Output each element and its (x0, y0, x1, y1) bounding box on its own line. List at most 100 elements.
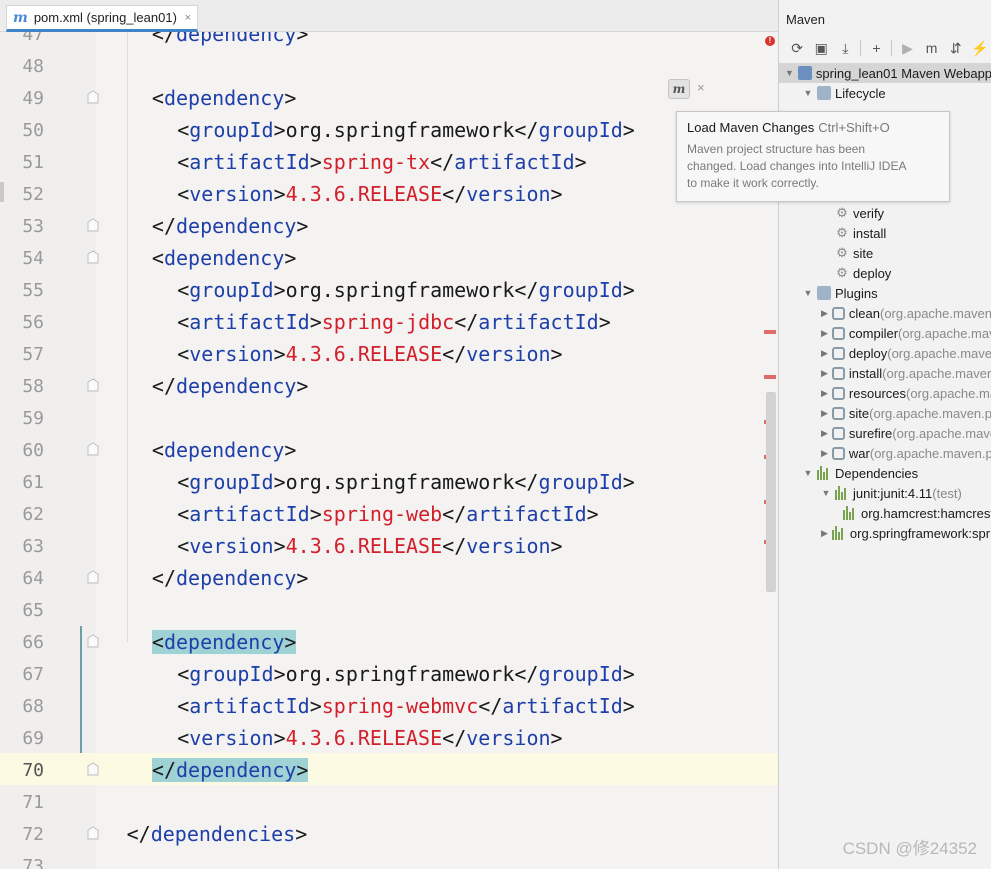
code-token: < (151, 86, 164, 110)
chevron-right-icon[interactable]: ▶ (821, 388, 828, 399)
code-line[interactable]: 57 <version>4.3.6.RELEASE</version> (0, 337, 778, 369)
line-number: 61 (22, 472, 44, 493)
chevron-right-icon[interactable]: ▶ (821, 328, 828, 339)
run-icon[interactable]: ▶ (895, 37, 919, 59)
line-number: 63 (22, 536, 44, 557)
maven-tree-item[interactable]: ▶ site (org.apache.maven.plugins) (779, 403, 991, 423)
code-line[interactable]: 49 <dependency> (0, 81, 778, 113)
editor-scrollbar[interactable] (766, 392, 776, 592)
maven-tree-item[interactable]: ▼ junit:junit:4.11 (test) (779, 483, 991, 503)
chevron-right-icon[interactable]: ▶ (821, 368, 828, 379)
chevron-down-icon[interactable]: ▼ (821, 488, 831, 498)
maven-tree-item[interactable]: ▶ org.springframework:spring-webmvc:4.3.6… (779, 523, 991, 543)
skip-tests-icon[interactable]: ⚡ (968, 37, 991, 59)
code-token: artifactId (466, 502, 587, 526)
maven-tree-item[interactable]: ▶ surefire (org.apache.maven.plugins) (779, 423, 991, 443)
maven-tree-item[interactable]: ⚙ deploy (779, 263, 991, 283)
code-line[interactable]: 55 <groupId>org.springframework</groupId> (0, 273, 778, 305)
error-stripe-mark[interactable] (764, 330, 776, 334)
maven-tree-item[interactable]: ⚙ install (779, 223, 991, 243)
code-token: groupId (538, 662, 623, 686)
fold-icon[interactable] (87, 90, 99, 104)
code-line[interactable]: 73 (0, 849, 778, 869)
code-line[interactable]: 58 </dependency> (0, 369, 778, 401)
fold-icon[interactable] (87, 634, 99, 648)
code-line[interactable]: 60 <dependency> (0, 433, 778, 465)
fold-icon[interactable] (87, 570, 99, 584)
code-line[interactable]: 66 <dependency> (0, 625, 778, 657)
fold-icon[interactable] (87, 378, 99, 392)
reload-icon[interactable]: ⟳ (785, 37, 809, 59)
fold-icon[interactable] (87, 826, 99, 840)
tree-item-label: install (848, 365, 883, 381)
chevron-right-icon[interactable]: ▶ (821, 408, 828, 419)
maven-tree-item[interactable]: ⚙ site (779, 243, 991, 263)
chevron-down-icon[interactable]: ▼ (803, 468, 813, 478)
maven-tree-item[interactable]: ▼ spring_lean01 Maven Webapp (779, 63, 991, 83)
code-line[interactable]: 65 (0, 593, 778, 625)
code-line[interactable]: 61 <groupId>org.springframework</groupId> (0, 465, 778, 497)
code-text: <artifactId>spring-jdbc</artifactId> (177, 311, 611, 333)
code-line[interactable]: 62 <artifactId>spring-web</artifactId> (0, 497, 778, 529)
code-line[interactable]: 64 </dependency> (0, 561, 778, 593)
fold-icon[interactable] (87, 762, 99, 776)
toggle-offline-icon[interactable]: ⇵ (944, 37, 968, 59)
code-line[interactable]: 63 <version>4.3.6.RELEASE</version> (0, 529, 778, 561)
chevron-right-icon[interactable]: ▶ (821, 448, 828, 459)
code-line[interactable]: 69 <version>4.3.6.RELEASE</version> (0, 721, 778, 753)
execute-goal-icon[interactable]: m (920, 37, 944, 59)
code-token: dependency (163, 86, 285, 110)
fold-icon[interactable] (87, 218, 99, 232)
load-changes-close-icon[interactable]: × (697, 80, 705, 95)
code-line[interactable]: 72 </dependencies> (0, 817, 778, 849)
code-line[interactable]: 48 (0, 49, 778, 81)
tab-pom-xml[interactable]: m pom.xml (spring_lean01) × (6, 5, 198, 32)
code-line[interactable]: 68 <artifactId>spring-webmvc</artifactId> (0, 689, 778, 721)
download-icon[interactable]: ⤓ (833, 37, 857, 59)
code-token: > (598, 310, 611, 334)
code-line[interactable]: 54 <dependency> (0, 241, 778, 273)
chevron-down-icon[interactable]: ▼ (803, 88, 813, 98)
code-text: <dependency> (151, 630, 297, 654)
maven-tree-item[interactable]: ▶ resources (org.apache.maven.plugins) (779, 383, 991, 403)
chevron-right-icon[interactable]: ▶ (821, 428, 828, 439)
code-line[interactable]: 59 (0, 401, 778, 433)
code-line[interactable]: 70 </dependency> (0, 753, 778, 785)
chevron-down-icon[interactable]: ▼ (803, 288, 813, 298)
chevron-right-icon[interactable]: ▶ (821, 308, 828, 319)
toolbar-separator (891, 40, 893, 56)
tab-close-icon[interactable]: × (185, 12, 191, 24)
code-token: groupId (189, 662, 274, 686)
maven-tree-item[interactable]: ▼ Lifecycle (779, 83, 991, 103)
maven-tree-item[interactable]: ▶ compiler (org.apache.maven.plugins) (779, 323, 991, 343)
maven-tree-item[interactable]: ▶ install (org.apache.maven.plugins) (779, 363, 991, 383)
chevron-down-icon[interactable]: ▼ (785, 68, 794, 78)
code-line[interactable]: 71 (0, 785, 778, 817)
code-line[interactable]: 52 <version>4.3.6.RELEASE</version> (0, 177, 778, 209)
generate-sources-icon[interactable]: ▣ (809, 37, 833, 59)
code-line[interactable]: 56 <artifactId>spring-jdbc</artifactId> (0, 305, 778, 337)
maven-tree-item[interactable]: ▶ clean (org.apache.maven.plugins:maven-c… (779, 303, 991, 323)
code-line[interactable]: 53 </dependency> (0, 209, 778, 241)
code-line[interactable]: 50 <groupId>org.springframework</groupId> (0, 113, 778, 145)
chevron-right-icon[interactable]: ▶ (821, 528, 828, 539)
maven-tree-item[interactable]: ▼ Plugins (779, 283, 991, 303)
maven-tree-item[interactable]: ▶ deploy (org.apache.maven.plugins) (779, 343, 991, 363)
error-stripe-mark[interactable] (764, 375, 776, 379)
maven-tree-item[interactable]: ⚙ verify (779, 203, 991, 223)
code-area[interactable]: 47 </dependency> 48 49 <dependency> 50 <groupI… (0, 0, 778, 869)
maven-tree-item[interactable]: org.hamcrest:hamcrest-core:1.3 (779, 503, 991, 523)
code-token: </ (151, 566, 176, 590)
load-maven-changes-button[interactable]: m (668, 79, 690, 99)
fold-icon[interactable] (87, 442, 99, 456)
chevron-right-icon[interactable]: ▶ (821, 348, 828, 359)
code-line[interactable]: 67 <groupId>org.springframework</groupId> (0, 657, 778, 689)
code-token: < (177, 278, 190, 302)
code-token: > (309, 694, 322, 718)
maven-tree-item[interactable]: ▶ war (org.apache.maven.plugins) (779, 443, 991, 463)
maven-tree-item[interactable]: ▼ Dependencies (779, 463, 991, 483)
add-icon[interactable]: + (864, 37, 888, 59)
editor-pane[interactable]: 47 </dependency> 48 49 <dependency> 50 <groupI… (0, 0, 778, 869)
fold-icon[interactable] (87, 250, 99, 264)
code-line[interactable]: 51 <artifactId>spring-tx</artifactId> (0, 145, 778, 177)
